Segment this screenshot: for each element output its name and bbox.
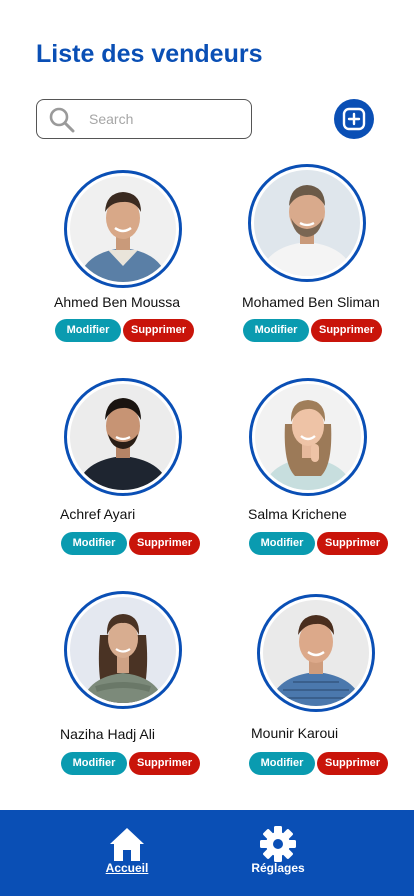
search-bar[interactable] (36, 99, 252, 139)
nav-label: Réglages (251, 861, 305, 875)
avatar (248, 164, 366, 282)
edit-button[interactable]: Modifier (249, 752, 315, 775)
seller-name: Achref Ayari (60, 506, 136, 522)
seller-card: Mounir Karoui Modifier Supprimer (248, 594, 414, 784)
delete-button[interactable]: Supprimer (123, 319, 194, 342)
seller-card: Ahmed Ben Moussa Modifier Supprimer (54, 170, 234, 360)
avatar (64, 591, 182, 709)
delete-button[interactable]: Supprimer (129, 752, 200, 775)
avatar (257, 594, 375, 712)
gear-icon (260, 826, 296, 862)
edit-button[interactable]: Modifier (243, 319, 309, 342)
delete-button[interactable]: Supprimer (311, 319, 382, 342)
seller-name: Ahmed Ben Moussa (54, 294, 181, 310)
seller-card: Salma Krichene Modifier Supprimer (248, 378, 414, 568)
avatar (64, 170, 182, 288)
avatar (64, 378, 182, 496)
seller-card: Achref Ayari Modifier Supprimer (60, 378, 240, 568)
seller-card: Mohamed Ben Sliman Modifier Supprimer (242, 164, 414, 354)
edit-button[interactable]: Modifier (61, 532, 127, 555)
nav-item-accueil[interactable]: Accueil (72, 810, 182, 896)
edit-button[interactable]: Modifier (61, 752, 127, 775)
bottom-nav: Accueil Réglages (0, 810, 414, 896)
plus-square-icon (342, 107, 366, 131)
search-input[interactable] (89, 108, 244, 130)
delete-button[interactable]: Supprimer (317, 532, 388, 555)
avatar (249, 378, 367, 496)
edit-button[interactable]: Modifier (249, 532, 315, 555)
nav-item-reglages[interactable]: Réglages (223, 810, 333, 896)
nav-label: Accueil (105, 861, 149, 875)
seller-card: Naziha Hadj Ali Modifier Supprimer (60, 591, 240, 781)
seller-name: Mounir Karoui (251, 725, 339, 741)
delete-button[interactable]: Supprimer (129, 532, 200, 555)
search-icon (49, 107, 75, 133)
home-icon (110, 828, 144, 861)
seller-name: Naziha Hadj Ali (60, 726, 155, 742)
delete-button[interactable]: Supprimer (317, 752, 388, 775)
page-title: Liste des vendeurs (36, 40, 263, 68)
seller-name: Mohamed Ben Sliman (242, 294, 380, 310)
add-seller-button[interactable] (334, 99, 374, 139)
edit-button[interactable]: Modifier (55, 319, 121, 342)
seller-name: Salma Krichene (248, 506, 347, 522)
